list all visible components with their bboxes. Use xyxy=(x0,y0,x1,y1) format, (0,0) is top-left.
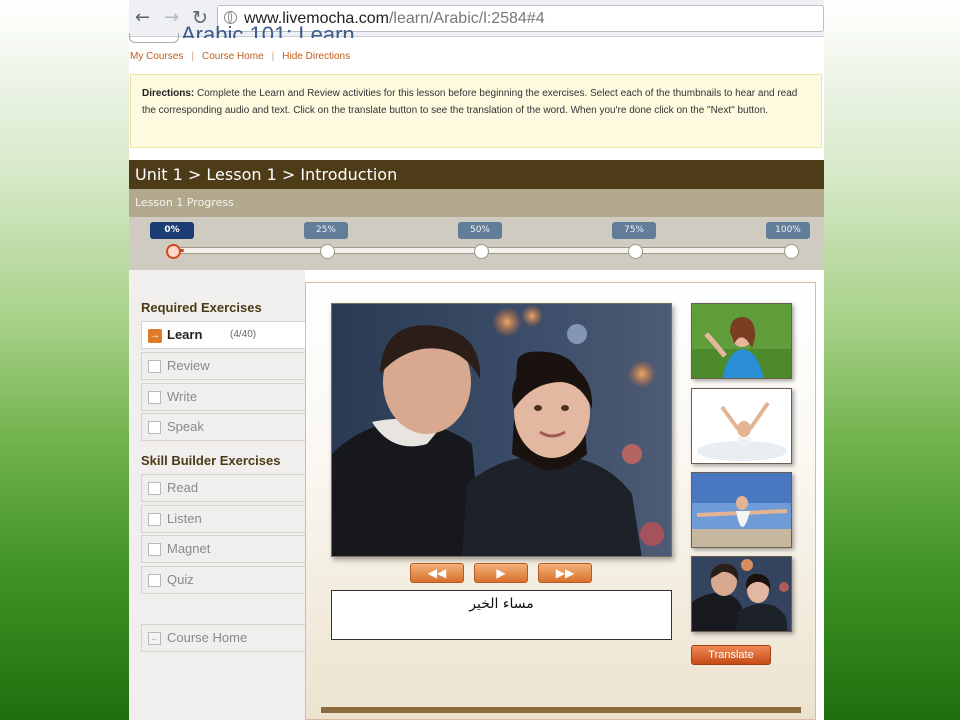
course-home-link[interactable]: Course Home xyxy=(202,51,264,62)
required-exercises-heading: Required Exercises xyxy=(141,300,262,315)
course-title-fragment: Arabic 101: Learn xyxy=(181,24,355,38)
progress-badge-75: 75% xyxy=(612,222,656,239)
checkbox-icon xyxy=(148,421,161,434)
logo-fragment xyxy=(129,33,179,43)
sidebar-item-quiz[interactable]: Quiz xyxy=(141,566,305,594)
arrow-right-icon: → xyxy=(148,329,162,343)
hide-directions-link[interactable]: Hide Directions xyxy=(282,51,350,62)
checkbox-icon xyxy=(148,391,161,404)
checkbox-icon xyxy=(148,574,161,587)
sidebar-item-magnet[interactable]: Magnet xyxy=(141,535,305,563)
thumbnail-woman-beach[interactable] xyxy=(691,472,792,548)
progress-marker-25 xyxy=(320,244,335,259)
progress-marker-50 xyxy=(474,244,489,259)
progress-label: Lesson 1 Progress xyxy=(129,189,824,217)
globe-icon xyxy=(224,11,237,24)
sidebar-item-write[interactable]: Write xyxy=(141,383,305,411)
previous-button[interactable]: ◀◀ xyxy=(410,563,464,583)
sidebar-item-review[interactable]: Review xyxy=(141,352,305,380)
course-home-label: Course Home xyxy=(167,630,248,645)
separator: | xyxy=(271,51,275,62)
sidebar-item-label: Magnet xyxy=(167,541,211,556)
thumbnail-woman-waving[interactable] xyxy=(691,303,792,379)
main-lesson-image xyxy=(331,303,672,557)
progress-marker-0 xyxy=(166,244,181,259)
checkbox-icon xyxy=(148,482,161,495)
panel-bottom-bar xyxy=(321,707,801,713)
directions-text: Complete the Learn and Review activities… xyxy=(142,88,798,116)
lesson-progress: Lesson 1 Progress 0% 25% 50% 75% 100% xyxy=(129,189,824,270)
thumbnail-couple[interactable] xyxy=(691,556,792,632)
sidebar-item-label: Quiz xyxy=(167,572,194,587)
progress-badge-50: 50% xyxy=(458,222,502,239)
sidebar-item-label: Read xyxy=(167,480,199,495)
back-arrow-icon[interactable]: ← xyxy=(135,8,150,28)
translate-button[interactable]: Translate xyxy=(691,645,771,665)
learn-count: (4/40) xyxy=(230,329,257,340)
separator: | xyxy=(191,51,194,62)
progress-badge-0: 0% xyxy=(150,222,194,239)
sidebar-item-learn[interactable]: → Learn (4/40) xyxy=(141,321,305,349)
sidebar-item-listen[interactable]: Listen xyxy=(141,505,305,533)
back-arrow-icon: ← xyxy=(148,632,161,645)
skill-builder-heading: Skill Builder Exercises xyxy=(141,453,281,468)
sidebar-item-label: Write xyxy=(167,389,198,404)
exercise-sidebar: Required Exercises → Learn (4/40) Review… xyxy=(129,270,305,720)
learn-panel: ◀◀ ▶ ▶▶ مساء الخير Translate xyxy=(305,282,816,720)
my-courses-link[interactable]: My Courses xyxy=(130,51,183,62)
sidebar-item-label: Learn xyxy=(167,327,203,342)
forward-arrow-icon[interactable]: → xyxy=(164,8,179,28)
sidebar-item-label: Review xyxy=(167,358,210,373)
progress-marker-75 xyxy=(628,244,643,259)
checkbox-icon xyxy=(148,513,161,526)
progress-marker-100 xyxy=(784,244,799,259)
checkbox-icon xyxy=(148,360,161,373)
sidebar-item-speak[interactable]: Speak xyxy=(141,413,305,441)
directions-panel: Directions: Complete the Learn and Revie… xyxy=(130,74,822,148)
checkbox-icon xyxy=(148,543,161,556)
phrase-text-box: مساء الخير xyxy=(331,590,672,640)
sidebar-item-label: Listen xyxy=(167,511,202,526)
progress-badge-100: 100% xyxy=(766,222,810,239)
page: ← → ↻ www.livemocha.com/learn/Arabic/l:2… xyxy=(129,0,824,720)
directions-label: Directions: xyxy=(142,88,195,99)
url-path: /learn/Arabic/l:2584#4 xyxy=(388,10,545,27)
sidebar-item-label: Speak xyxy=(167,419,204,434)
phrase-text: مساء الخير xyxy=(469,596,534,612)
course-home-button[interactable]: ← Course Home xyxy=(141,624,305,652)
unit-lesson-breadcrumb: Unit 1 > Lesson 1 > Introduction xyxy=(129,160,824,189)
next-button[interactable]: ▶▶ xyxy=(538,563,592,583)
progress-badge-25: 25% xyxy=(304,222,348,239)
thumbnail-woman-stretching[interactable] xyxy=(691,388,792,464)
sidebar-item-read[interactable]: Read xyxy=(141,474,305,502)
course-subnav: My Courses | Course Home | Hide Directions xyxy=(130,51,350,62)
play-button[interactable]: ▶ xyxy=(474,563,528,583)
